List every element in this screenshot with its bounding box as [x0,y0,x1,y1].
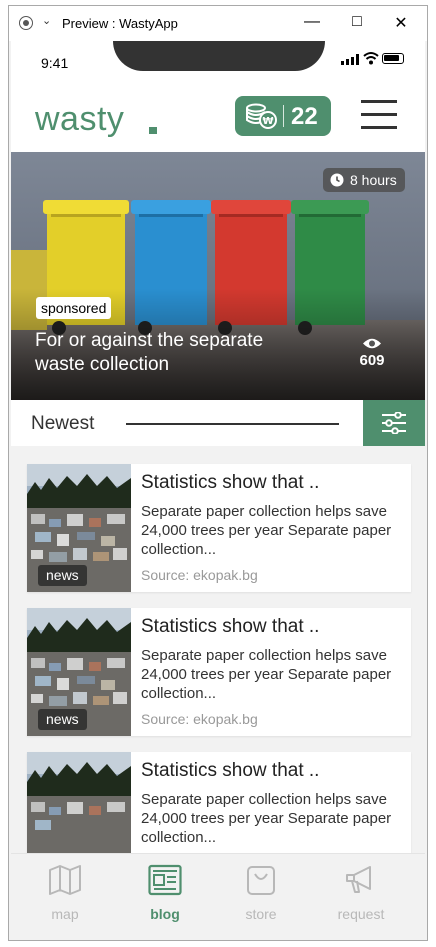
app-icon [19,16,33,30]
featured-title: For or against the separate waste collec… [35,330,264,375]
sponsored-badge: sponsored [36,297,112,319]
status-time: 9:41 [41,55,69,71]
tab-label: map [51,906,79,922]
featured-article[interactable]: 8 hours sponsored For or against the sep… [11,152,425,400]
app-logo: wasty [35,100,125,138]
menu-button[interactable] [361,100,397,130]
article-excerpt: Separate paper collection helps save 24,… [141,503,392,558]
views-counter: 609 [351,337,393,369]
signal-icon [341,54,359,65]
window-titlebar: ⌄ Preview : WastyApp — □ ✕ [9,6,427,41]
article-title: Statistics show that .. [141,760,320,781]
app-window: ⌄ Preview : WastyApp — □ ✕ 9:41 wasty ₩ … [8,5,428,941]
app-header: wasty ₩ 22 [11,86,425,152]
phone-screen: 9:41 wasty ₩ 22 8 hours sponsored For or… [11,41,425,940]
article-card[interactable]: news Statistics show that .. Separate pa… [27,608,411,736]
maximize-button[interactable]: □ [347,13,367,31]
coins-count: 22 [291,103,318,130]
close-button[interactable]: ✕ [391,13,411,33]
divider [126,423,339,425]
tab-label: blog [150,906,180,922]
coins-icon: ₩ [246,103,277,129]
coins-badge[interactable]: ₩ 22 [235,96,331,136]
wifi-icon [363,52,379,65]
tab-request[interactable]: request [311,854,411,940]
chevron-down-icon[interactable]: ⌄ [42,14,51,27]
tab-blog[interactable]: blog [115,854,215,940]
article-excerpt: Separate paper collection helps save 24,… [141,791,392,846]
section-title: Newest [31,413,95,434]
tab-label: store [245,906,277,922]
section-header: Newest [11,400,425,446]
notch [113,41,325,71]
clock-icon [330,173,344,187]
window-title: Preview : WastyApp [62,16,178,31]
article-title: Statistics show that .. [141,472,320,493]
tab-label: request [337,906,385,922]
article-tag: news [38,709,87,730]
article-source: Source: ekopak.bg [141,711,258,727]
logo-dot [149,127,157,134]
article-excerpt: Separate paper collection helps save 24,… [141,647,392,702]
article-card[interactable]: news Statistics show that .. Separate pa… [27,464,411,592]
time-ago-text: 8 hours [350,172,397,188]
bag-icon [247,866,275,895]
tab-store[interactable]: store [211,854,311,940]
newspaper-icon [148,864,182,896]
tab-map[interactable]: map [15,854,115,940]
eye-icon [363,338,381,349]
views-count: 609 [359,352,385,369]
megaphone-icon [346,866,371,893]
map-icon [49,865,81,895]
minimize-button[interactable]: — [302,13,322,31]
time-ago-chip: 8 hours [323,168,405,192]
article-title: Statistics show that .. [141,616,320,637]
status-bar: 9:41 [11,41,425,86]
article-thumbnail: news [27,608,131,736]
article-tag: news [38,565,87,586]
filter-button[interactable] [363,400,425,446]
battery-icon [382,53,404,64]
article-thumbnail: news [27,464,131,592]
article-source: Source: ekopak.bg [141,567,258,583]
bottom-tab-bar: map blog store request [11,853,425,940]
svg-text:₩: ₩ [262,116,273,127]
sliders-icon [382,412,406,434]
